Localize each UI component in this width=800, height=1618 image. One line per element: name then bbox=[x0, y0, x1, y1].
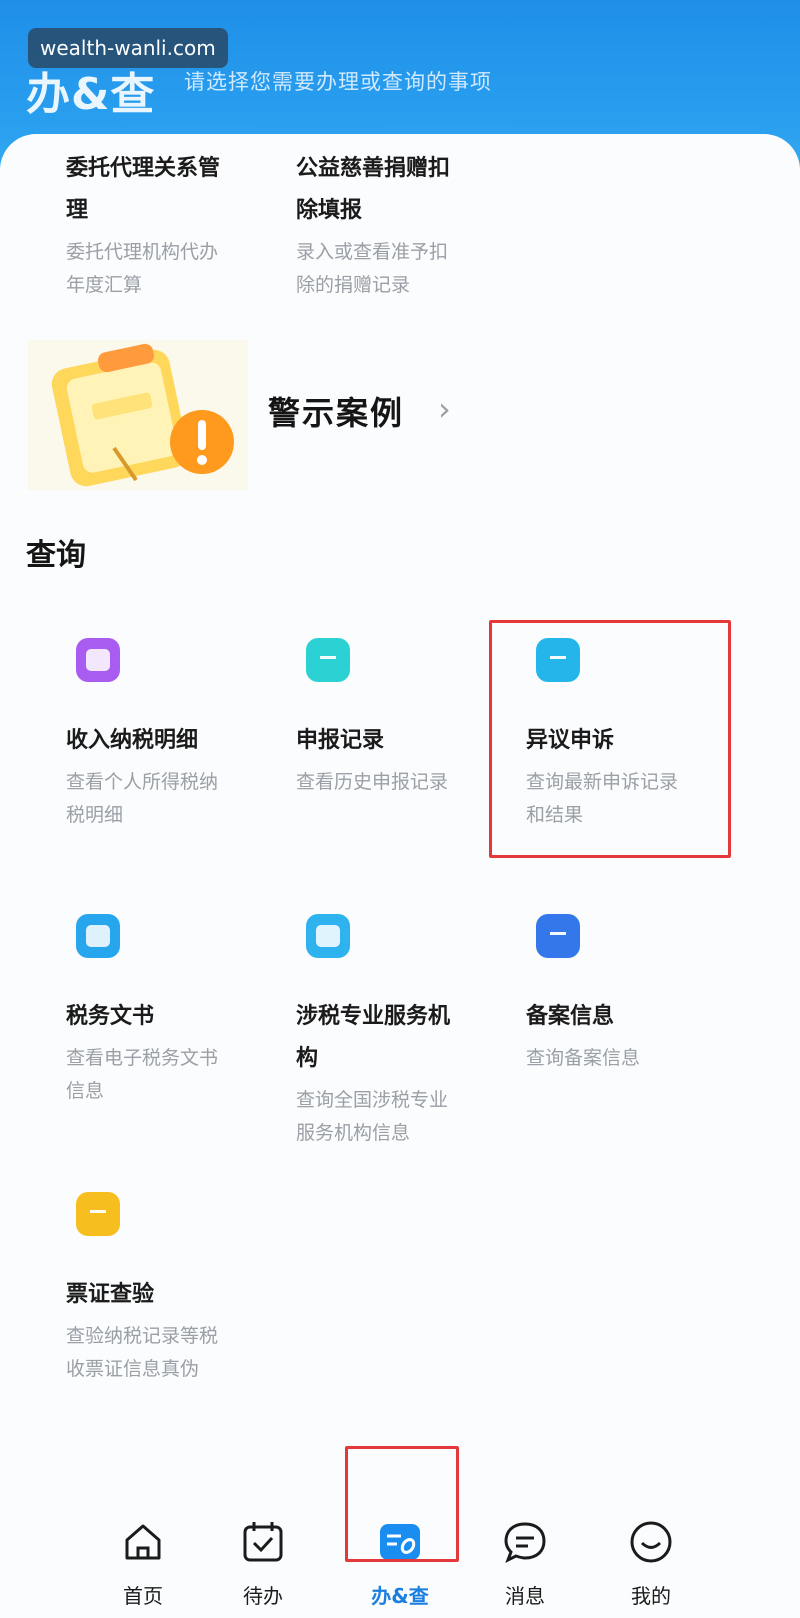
bottom-navigation: 首页 待办 办&查 消息 我的 bbox=[0, 1446, 800, 1618]
chevron-right-icon: › bbox=[438, 390, 451, 428]
nav-label: 消息 bbox=[505, 1584, 545, 1608]
calendar-check-icon bbox=[243, 1522, 283, 1562]
tile-desc-line: 查询全国涉税专业 bbox=[296, 1089, 449, 1111]
page-subtitle: 请选择您需要办理或查询的事项 bbox=[184, 70, 492, 94]
nav-label: 我的 bbox=[631, 1584, 671, 1608]
tile-desc-line: 服务机构信息 bbox=[296, 1122, 411, 1144]
nav-todo[interactable]: 待办 bbox=[208, 1470, 318, 1609]
tile-desc: 查看电子税务文书 信息 bbox=[66, 1042, 286, 1108]
highlight-box-nav bbox=[345, 1446, 459, 1562]
tile-desc-line: 税明细 bbox=[66, 804, 124, 826]
tile-title: 收入纳税明细 bbox=[66, 728, 199, 753]
tile-title: 申报记录 bbox=[296, 728, 385, 753]
home-icon bbox=[125, 1524, 161, 1560]
tile-invoice-verification[interactable]: 票证查验 查验纳税记录等税 收票证信息真伪 bbox=[66, 1192, 286, 1386]
tile-desc-line: 信息 bbox=[66, 1080, 105, 1102]
tile-desc-line: 查看个人所得税纳 bbox=[66, 771, 219, 793]
tile-title-line: 理 bbox=[66, 198, 89, 223]
warning-label: 警示案例 bbox=[268, 394, 405, 432]
tile-declaration-record[interactable]: 申报记录 查看历史申报记录 bbox=[296, 638, 516, 799]
tile-desc-line: 收票证信息真伪 bbox=[66, 1358, 200, 1380]
invoice-verify-icon bbox=[76, 1192, 120, 1236]
tile-title-line: 构 bbox=[296, 1046, 319, 1071]
income-detail-icon bbox=[76, 638, 120, 682]
tile-filing-info[interactable]: 备案信息 查询备案信息 bbox=[526, 914, 746, 1075]
nav-label: 首页 bbox=[123, 1584, 163, 1608]
tile-title-line: 委托代理关系管 bbox=[66, 156, 221, 181]
tile-desc-line: 除的捐赠记录 bbox=[296, 274, 411, 296]
tile-desc-line: 查验纳税记录等税 bbox=[66, 1325, 219, 1347]
tile-desc: 录入或查看准予扣 除的捐赠记录 bbox=[296, 236, 516, 302]
warning-clipboard-icon bbox=[28, 340, 248, 490]
tile-desc: 委托代理机构代办 年度汇算 bbox=[66, 236, 286, 302]
tax-document-icon bbox=[76, 914, 120, 958]
tile-tax-service-agency[interactable]: 涉税专业服务机 构 查询全国涉税专业 服务机构信息 bbox=[296, 914, 516, 1150]
tile-title: 公益慈善捐赠扣 除填报 bbox=[296, 148, 516, 232]
tile-desc-line: 查看历史申报记录 bbox=[296, 771, 449, 793]
highlight-box-appeal bbox=[489, 620, 731, 858]
tile-desc-line: 年度汇算 bbox=[66, 274, 143, 296]
tile-desc-line: 查看电子税务文书 bbox=[66, 1047, 219, 1069]
tile-title: 备案信息 bbox=[526, 1004, 615, 1029]
nav-label: 办&查 bbox=[371, 1584, 429, 1608]
nav-label: 待办 bbox=[243, 1584, 283, 1608]
tile-desc-line: 查询备案信息 bbox=[526, 1047, 641, 1069]
nav-mine[interactable]: 我的 bbox=[596, 1470, 706, 1609]
nav-messages[interactable]: 消息 bbox=[470, 1470, 580, 1609]
page-title: 办&查 bbox=[26, 69, 156, 120]
warning-cases-banner[interactable]: 警示案例 › bbox=[28, 340, 451, 490]
nav-home[interactable]: 首页 bbox=[88, 1470, 198, 1609]
tile-title-line: 除填报 bbox=[296, 198, 363, 223]
tile-desc: 查询备案信息 bbox=[526, 1042, 746, 1075]
tile-title-line: 公益慈善捐赠扣 bbox=[296, 156, 451, 181]
tile-desc: 查看个人所得税纳 税明细 bbox=[66, 766, 286, 832]
section-title-query: 查询 bbox=[26, 538, 86, 573]
tile-title: 涉税专业服务机 构 bbox=[296, 996, 516, 1080]
tile-charity-donation[interactable]: 公益慈善捐赠扣 除填报 录入或查看准予扣 除的捐赠记录 bbox=[296, 148, 516, 302]
tile-desc-line: 委托代理机构代办 bbox=[66, 241, 219, 263]
tile-income-tax-detail[interactable]: 收入纳税明细 查看个人所得税纳 税明细 bbox=[66, 638, 286, 832]
filing-info-icon bbox=[536, 914, 580, 958]
declaration-record-icon bbox=[306, 638, 350, 682]
tax-agency-icon bbox=[306, 914, 350, 958]
tile-desc: 查询全国涉税专业 服务机构信息 bbox=[296, 1084, 516, 1150]
tile-title-line: 涉税专业服务机 bbox=[296, 1004, 451, 1029]
message-icon bbox=[504, 1522, 546, 1564]
tile-title: 委托代理关系管 理 bbox=[66, 148, 286, 232]
tile-tax-document[interactable]: 税务文书 查看电子税务文书 信息 bbox=[66, 914, 286, 1108]
tile-entrust-agency[interactable]: 委托代理关系管 理 委托代理机构代办 年度汇算 bbox=[66, 148, 286, 302]
tile-desc-line: 录入或查看准予扣 bbox=[296, 241, 449, 263]
tile-desc: 查看历史申报记录 bbox=[296, 766, 516, 799]
tile-title: 票证查验 bbox=[66, 1282, 155, 1307]
tile-title: 税务文书 bbox=[66, 1004, 155, 1029]
tile-desc: 查验纳税记录等税 收票证信息真伪 bbox=[66, 1320, 286, 1386]
smile-icon bbox=[630, 1521, 672, 1563]
